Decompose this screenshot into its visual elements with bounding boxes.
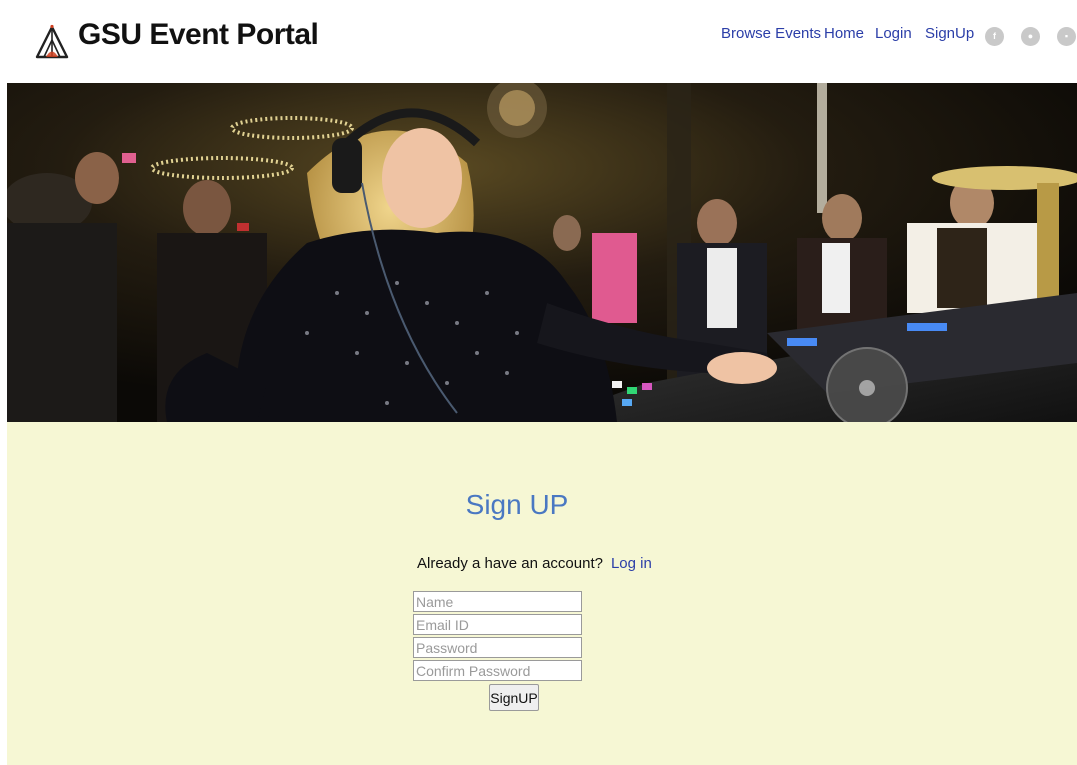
- youtube-icon[interactable]: ▪: [1057, 27, 1076, 46]
- site-header: GSU Event Portal Browse Events Home Logi…: [0, 0, 1077, 82]
- nav-browse-events[interactable]: Browse Events: [721, 25, 821, 42]
- nav-signup[interactable]: SignUp: [925, 25, 974, 42]
- twitter-icon[interactable]: ●: [1021, 27, 1040, 46]
- tent-logo-icon[interactable]: [34, 24, 70, 60]
- signup-panel: Sign UP Already a have an account? Log in…: [7, 422, 1077, 765]
- password-field[interactable]: [413, 637, 582, 658]
- name-field[interactable]: [413, 591, 582, 612]
- site-title[interactable]: GSU Event Portal: [78, 18, 319, 52]
- nav-login[interactable]: Login: [875, 25, 912, 42]
- signup-submit-button[interactable]: SignUP: [489, 684, 539, 711]
- account-prompt-text: Already a have an account?: [417, 555, 603, 572]
- hero-banner: [7, 83, 1077, 422]
- nav-home[interactable]: Home: [824, 25, 864, 42]
- account-prompt-line: Already a have an account? Log in: [417, 555, 652, 572]
- facebook-icon[interactable]: f: [985, 27, 1004, 46]
- login-link[interactable]: Log in: [611, 555, 652, 572]
- signup-heading: Sign UP: [465, 489, 569, 520]
- dj-party-photo: [7, 83, 1077, 422]
- email-field[interactable]: [413, 614, 582, 635]
- confirm-password-field[interactable]: [413, 660, 582, 681]
